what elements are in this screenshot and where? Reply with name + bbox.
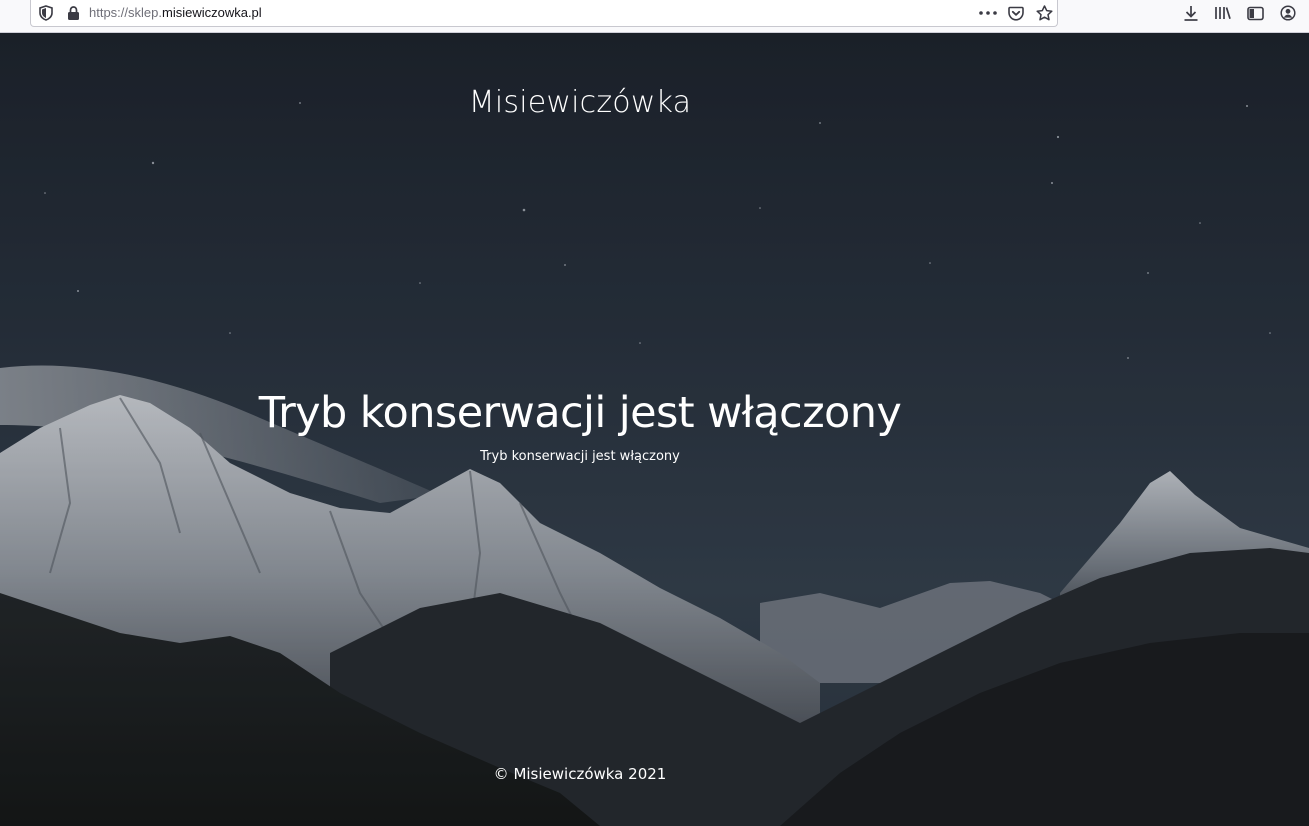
more-icon[interactable] bbox=[978, 3, 998, 23]
address-bar[interactable]: https://sklep.misiewiczowka.pl bbox=[30, 0, 1058, 27]
download-icon[interactable] bbox=[1181, 3, 1201, 23]
pocket-icon[interactable] bbox=[1006, 3, 1026, 23]
sidebar-icon[interactable] bbox=[1245, 3, 1265, 23]
browser-toolbar: https://sklep.misiewiczowka.pl bbox=[0, 0, 1309, 33]
shield-icon[interactable] bbox=[37, 4, 55, 22]
account-icon[interactable] bbox=[1278, 3, 1298, 23]
lock-icon[interactable] bbox=[64, 4, 82, 22]
site-title[interactable]: Misiewiczówka bbox=[380, 85, 780, 120]
maintenance-hero: Misiewiczówka Tryb konserwacji jest włąc… bbox=[0, 33, 1309, 826]
url-domain: misiewiczowka.pl bbox=[161, 5, 262, 20]
url-protocol: https://sklep. bbox=[89, 5, 162, 20]
url-text[interactable]: https://sklep.misiewiczowka.pl bbox=[89, 5, 262, 20]
maintenance-message: Tryb konserwacji jest włączony bbox=[480, 449, 680, 464]
star-icon[interactable] bbox=[1034, 3, 1054, 23]
library-icon[interactable] bbox=[1213, 3, 1233, 23]
footer-copyright: © Misiewiczówka 2021 bbox=[493, 765, 667, 783]
maintenance-heading: Tryb konserwacji jest włączony bbox=[258, 388, 902, 438]
